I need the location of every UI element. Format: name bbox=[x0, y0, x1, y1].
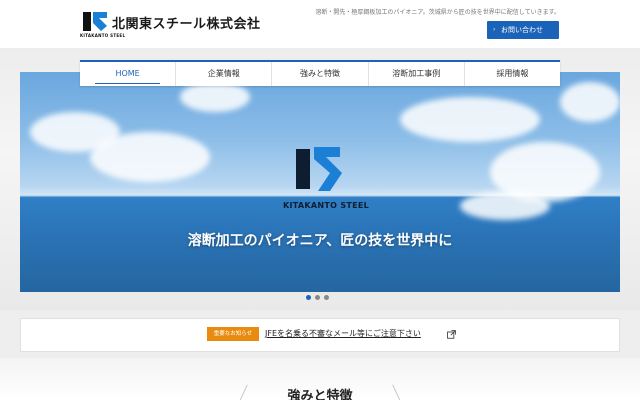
notice-badge: 重要なお知らせ bbox=[207, 327, 259, 341]
main-nav: HOME 企業情報 強みと特徴 溶断加工事例 採用情報 bbox=[80, 60, 560, 86]
contact-button[interactable]: › お問い合わせ bbox=[487, 21, 559, 39]
carousel-dot[interactable] bbox=[315, 295, 320, 300]
logo-wordmark: KITAKANTO STEEL bbox=[80, 33, 126, 38]
carousel-dot[interactable] bbox=[324, 295, 329, 300]
site-header: KITAKANTO STEEL 北関東スチール株式会社 溶断・開先・極厚鋼板加工… bbox=[0, 0, 640, 48]
chevron-right-icon: › bbox=[493, 26, 496, 33]
nav-item-strengths[interactable]: 強みと特徴 bbox=[272, 62, 369, 86]
hero-caption: 溶断加工のパイオニア、匠の技を世界中に bbox=[187, 233, 453, 249]
carousel-dot[interactable] bbox=[306, 295, 311, 300]
header-tagline: 溶断・開先・極厚鋼板加工のパイオニア。茨城県から匠の技を世界中に配信していきます… bbox=[315, 9, 560, 16]
carousel-dots bbox=[306, 295, 329, 300]
nav-item-recruit[interactable]: 採用情報 bbox=[465, 62, 560, 86]
section-title: 強みと特徴 bbox=[287, 389, 353, 400]
cloud bbox=[90, 132, 210, 182]
cloud bbox=[180, 82, 250, 112]
notice-link[interactable]: JFEを名乗る不審なメール等にご注意下さい bbox=[265, 327, 421, 341]
notice-bar: 重要なお知らせ JFEを名乗る不審なメール等にご注意下さい bbox=[20, 318, 620, 352]
cloud bbox=[560, 82, 620, 122]
cloud bbox=[400, 97, 540, 142]
contact-button-label: お問い合わせ bbox=[501, 26, 543, 34]
hero-logo-wordmark: KITAKANTO STEEL bbox=[283, 201, 370, 210]
cloud bbox=[460, 192, 550, 220]
site-name[interactable]: 北関東スチール株式会社 bbox=[112, 13, 261, 32]
nav-item-home[interactable]: HOME bbox=[80, 62, 177, 86]
nav-item-cases[interactable]: 溶断加工事例 bbox=[369, 62, 465, 86]
hero-logo bbox=[296, 147, 342, 191]
nav-item-company[interactable]: 企業情報 bbox=[176, 62, 273, 86]
external-link-icon[interactable] bbox=[447, 330, 456, 339]
